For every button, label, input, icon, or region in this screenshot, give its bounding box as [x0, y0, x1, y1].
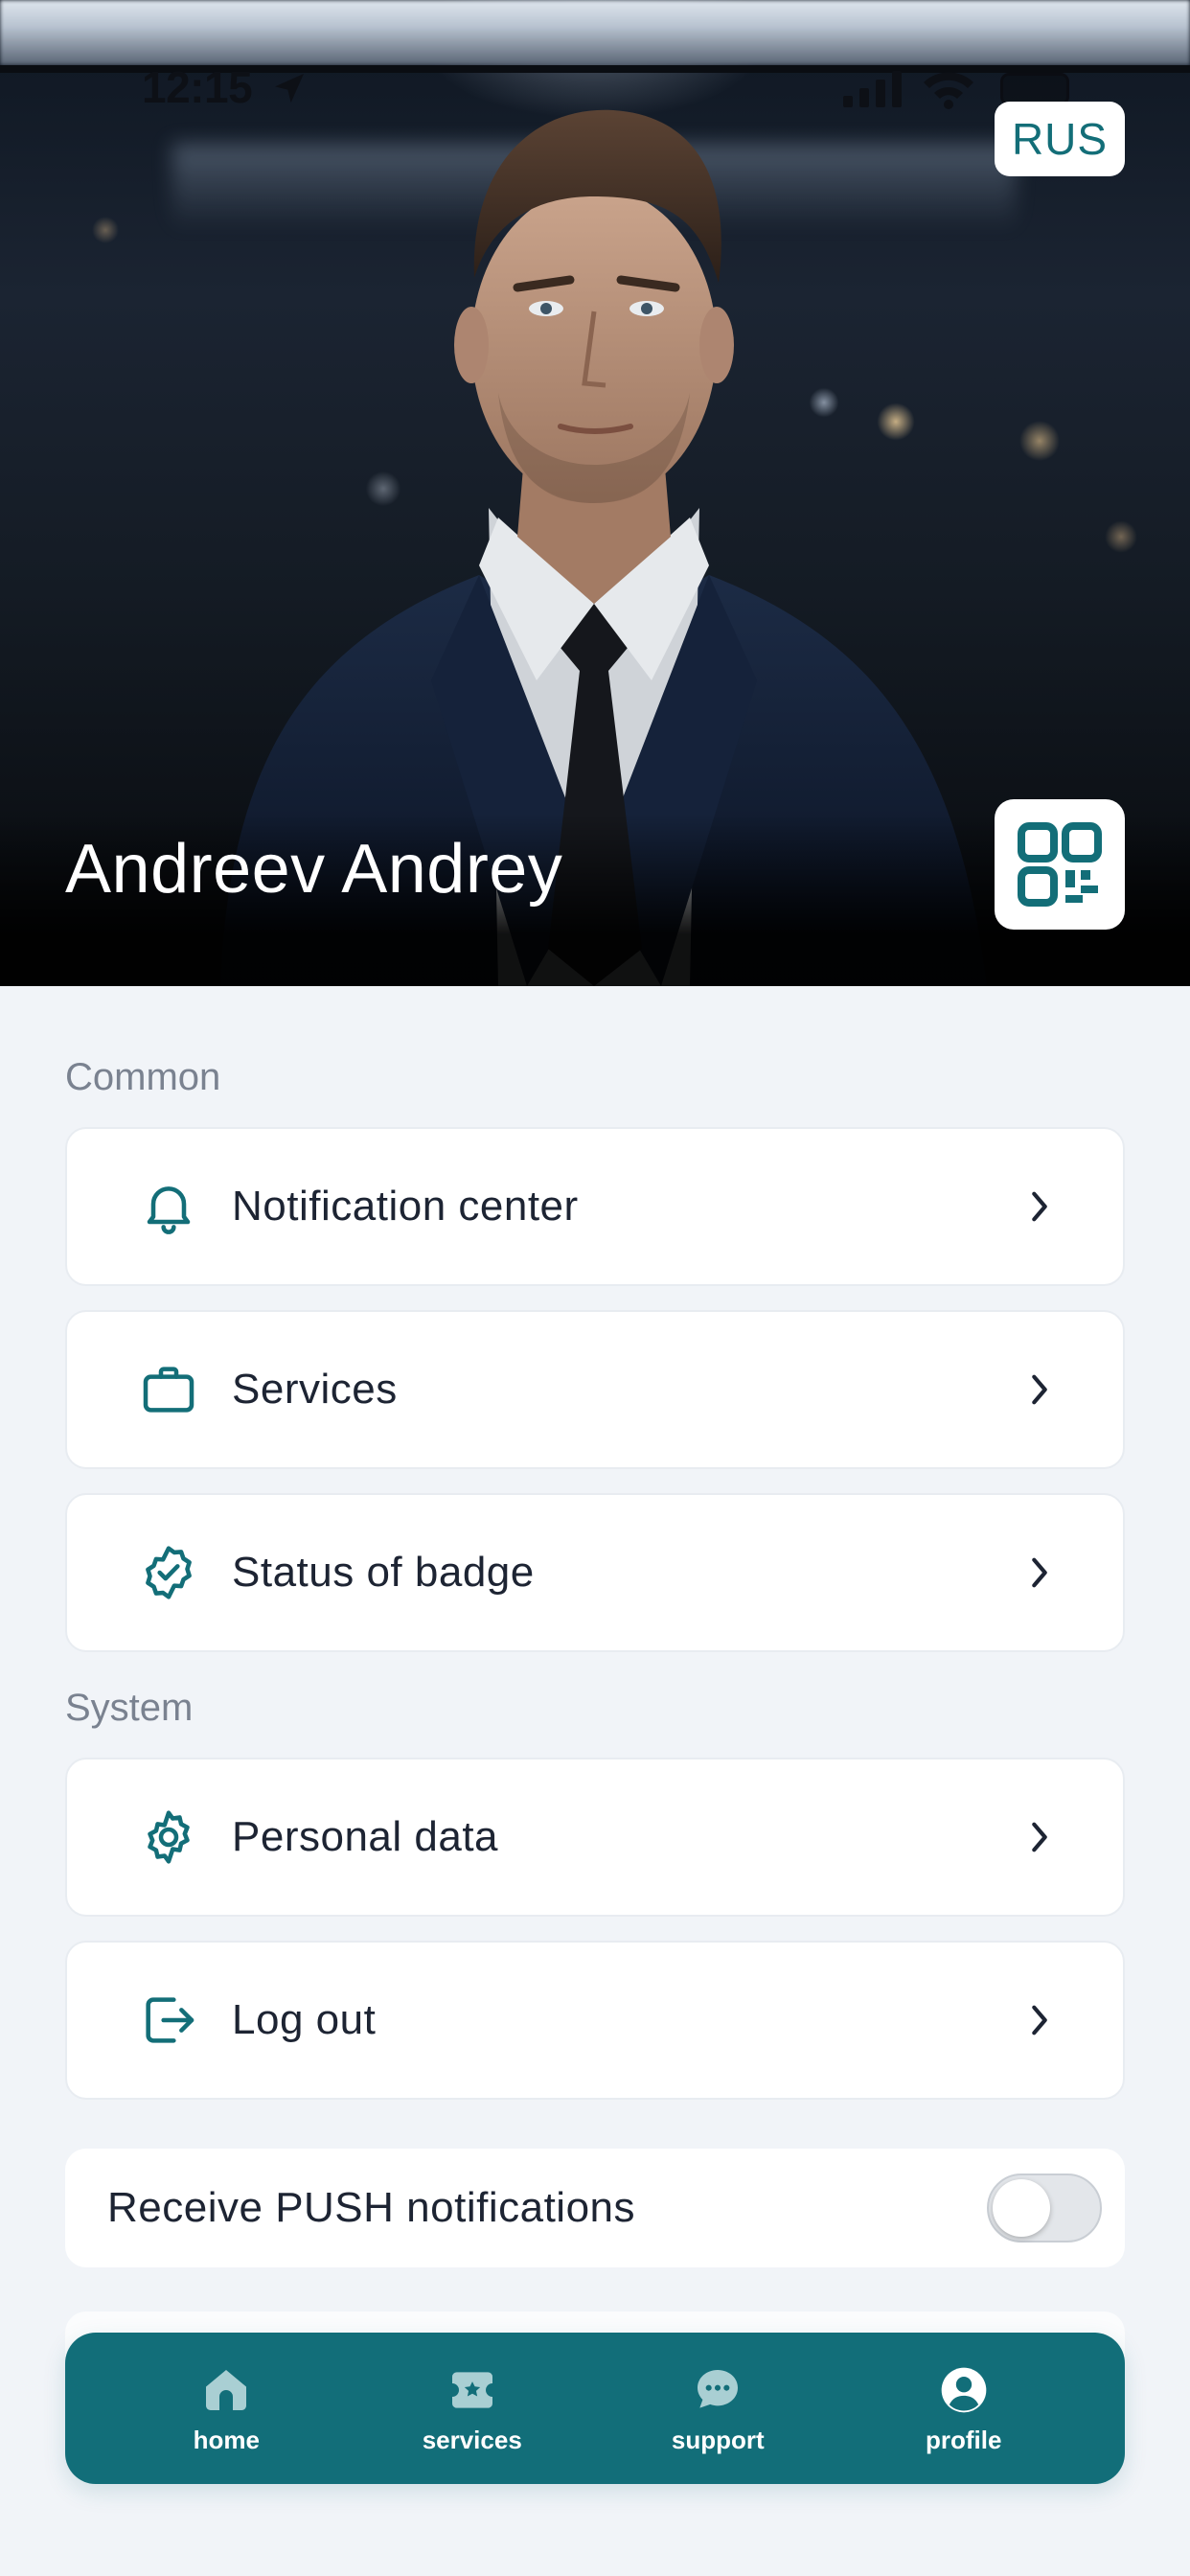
- home-icon: [198, 2362, 254, 2418]
- menu-item-log-out[interactable]: Log out: [65, 1941, 1125, 2100]
- battery-icon: [1000, 73, 1069, 105]
- nav-label: profile: [926, 2425, 1002, 2454]
- menu-item-status-of-badge[interactable]: Status of badge: [65, 1493, 1125, 1652]
- nav-label: home: [193, 2425, 260, 2454]
- nav-label: services: [422, 2425, 522, 2454]
- verified-badge-icon: [138, 1542, 199, 1603]
- push-notifications-toggle[interactable]: [987, 2174, 1102, 2242]
- language-switch-button[interactable]: RUS: [995, 102, 1125, 176]
- section-label-common: Common: [65, 1056, 221, 1098]
- nav-item-services[interactable]: services: [377, 2346, 568, 2471]
- location-arrow-icon: [275, 74, 304, 103]
- chat-bubble-icon: [690, 2362, 745, 2418]
- wifi-icon: [924, 72, 973, 109]
- user-circle-icon: [936, 2362, 992, 2418]
- menu-item-services[interactable]: Services: [65, 1310, 1125, 1469]
- push-notifications-row: Receive PUSH notifications: [65, 2149, 1125, 2267]
- logout-icon: [138, 1990, 199, 2051]
- bell-icon: [138, 1176, 199, 1237]
- qr-code-icon: [1018, 822, 1102, 907]
- chevron-right-icon: [1025, 1370, 1054, 1409]
- user-name: Andreev Andrey: [65, 831, 563, 908]
- briefcase-icon: [138, 1359, 199, 1420]
- chevron-right-icon: [1025, 1553, 1054, 1592]
- menu-item-notification-center[interactable]: Notification center: [65, 1127, 1125, 1286]
- menu-item-label: Status of badge: [232, 1549, 535, 1596]
- qr-code-button[interactable]: [995, 799, 1125, 930]
- bottom-nav: home services support profile: [65, 2333, 1125, 2484]
- chevron-right-icon: [1025, 1187, 1054, 1226]
- toggle-knob: [993, 2179, 1050, 2237]
- nav-item-support[interactable]: support: [622, 2346, 813, 2471]
- menu-item-label: Log out: [232, 1996, 377, 2043]
- section-label-system: System: [65, 1687, 194, 1729]
- nav-label: support: [671, 2425, 765, 2454]
- signal-icon: [843, 71, 902, 107]
- push-notifications-label: Receive PUSH notifications: [107, 2184, 636, 2231]
- menu-item-label: Services: [232, 1366, 398, 1413]
- menu-item-personal-data[interactable]: Personal data: [65, 1758, 1125, 1917]
- chevron-right-icon: [1025, 2001, 1054, 2039]
- nav-item-home[interactable]: home: [130, 2346, 322, 2471]
- menu-item-label: Notification center: [232, 1183, 579, 1230]
- chevron-right-icon: [1025, 1818, 1054, 1856]
- menu-item-label: Personal data: [232, 1813, 499, 1860]
- status-time: 12:15: [142, 62, 253, 112]
- ticket-star-icon: [445, 2362, 500, 2418]
- gear-icon: [138, 1806, 199, 1868]
- nav-item-profile[interactable]: profile: [868, 2346, 1060, 2471]
